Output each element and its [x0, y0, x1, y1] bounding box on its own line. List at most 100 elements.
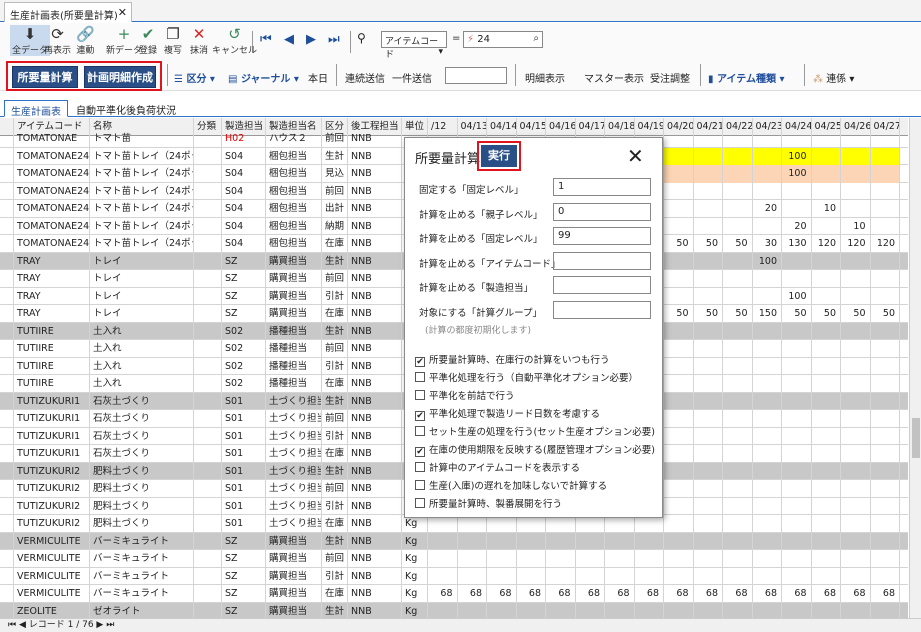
- date-cell[interactable]: [664, 287, 694, 305]
- table-row[interactable]: VERMICULITE バーミキュライト SZ 購買担当 前回 NNB Kg: [0, 550, 908, 568]
- date-cell[interactable]: [546, 602, 576, 618]
- date-cell[interactable]: [841, 357, 871, 375]
- cell-next[interactable]: NNB: [348, 200, 402, 218]
- cell-code[interactable]: TUTIIRE: [14, 322, 90, 340]
- cell-cat[interactable]: [194, 480, 222, 498]
- cell-tan[interactable]: S04: [222, 200, 266, 218]
- cell-next[interactable]: NNB: [348, 410, 402, 428]
- date-cell[interactable]: [517, 602, 546, 618]
- date-cell[interactable]: [753, 340, 782, 358]
- date-cell[interactable]: [752, 147, 782, 165]
- cell-tanname[interactable]: 播種担当: [266, 357, 322, 375]
- date-cell[interactable]: [782, 357, 812, 375]
- cell-tan[interactable]: S02: [222, 375, 266, 393]
- date-cell[interactable]: [458, 550, 487, 568]
- cell-kubun[interactable]: 在庫: [322, 515, 348, 533]
- cell-next[interactable]: NNB: [348, 165, 402, 183]
- date-cell[interactable]: [487, 532, 517, 550]
- date-cell[interactable]: [753, 567, 782, 585]
- cell-next[interactable]: NNB: [348, 567, 402, 585]
- cell-unit[interactable]: Kg: [402, 567, 428, 585]
- date-cell[interactable]: [841, 462, 871, 480]
- date-cell[interactable]: [635, 532, 664, 550]
- date-cell[interactable]: [841, 410, 871, 428]
- last-record-icon[interactable]: ⏭: [328, 32, 340, 47]
- cell-code[interactable]: TUTIZUKURI1: [14, 410, 90, 428]
- date-cell[interactable]: [694, 270, 723, 288]
- date-cell[interactable]: [753, 357, 782, 375]
- send-input[interactable]: [445, 67, 507, 84]
- row-selector[interactable]: [0, 480, 14, 498]
- dialog-field-input[interactable]: 99: [553, 227, 651, 245]
- cell-tan[interactable]: SZ: [222, 567, 266, 585]
- date-cell[interactable]: [723, 270, 753, 288]
- date-cell[interactable]: [664, 392, 694, 410]
- date-cell[interactable]: [782, 462, 812, 480]
- scroll-thumb[interactable]: [912, 418, 920, 458]
- date-cell[interactable]: [723, 340, 753, 358]
- date-cell[interactable]: 68: [841, 585, 871, 603]
- tab-seisan-keikaku[interactable]: 生産計画表: [4, 100, 68, 118]
- cell-next[interactable]: NNB: [348, 585, 402, 603]
- date-cell[interactable]: [841, 252, 871, 270]
- date-cell[interactable]: [841, 375, 871, 393]
- row-selector[interactable]: [0, 130, 14, 148]
- cell-kubun[interactable]: 前回: [322, 340, 348, 358]
- date-cell[interactable]: [812, 410, 841, 428]
- cell-name[interactable]: 石灰土づくり: [90, 427, 194, 445]
- cell-kubun[interactable]: 生計: [322, 147, 348, 165]
- date-cell[interactable]: 100: [782, 147, 812, 165]
- cell-tanname[interactable]: 梱包担当: [266, 147, 322, 165]
- date-cell[interactable]: [723, 480, 753, 498]
- checkbox-empty-icon[interactable]: [415, 372, 425, 382]
- date-cell[interactable]: [753, 322, 782, 340]
- cell-next[interactable]: NNB: [348, 252, 402, 270]
- date-cell[interactable]: [694, 532, 723, 550]
- date-cell[interactable]: [664, 147, 694, 165]
- cell-tanname[interactable]: 梱包担当: [266, 217, 322, 235]
- row-selector[interactable]: [0, 427, 14, 445]
- cell-name[interactable]: トマト苗トレイ（24ポット）: [90, 200, 194, 218]
- date-cell[interactable]: [576, 532, 605, 550]
- item-type-menu[interactable]: ▮ アイテム種類 ▾: [708, 70, 785, 85]
- date-cell[interactable]: [812, 340, 841, 358]
- table-row[interactable]: ZEOLITE ゼオライト SZ 購買担当 生計 NNB Kg: [0, 602, 908, 618]
- date-cell[interactable]: [871, 252, 900, 270]
- date-cell[interactable]: [694, 515, 723, 533]
- cell-next[interactable]: NNB: [348, 305, 402, 323]
- date-cell[interactable]: [812, 550, 841, 568]
- date-cell[interactable]: [693, 147, 723, 165]
- cell-kubun[interactable]: 在庫: [322, 305, 348, 323]
- date-cell[interactable]: [723, 322, 753, 340]
- date-cell[interactable]: 68: [753, 585, 782, 603]
- checkbox-empty-icon[interactable]: [415, 498, 425, 508]
- cell-kubun[interactable]: 見込: [322, 165, 348, 183]
- date-cell[interactable]: [782, 445, 812, 463]
- date-cell[interactable]: [812, 515, 841, 533]
- date-cell[interactable]: [694, 567, 723, 585]
- cell-tan[interactable]: S02: [222, 340, 266, 358]
- date-cell[interactable]: [723, 375, 753, 393]
- date-cell[interactable]: [605, 567, 635, 585]
- date-cell[interactable]: [664, 532, 694, 550]
- date-cell[interactable]: [841, 427, 871, 445]
- date-cell[interactable]: [694, 480, 723, 498]
- date-cell[interactable]: 50: [664, 235, 694, 253]
- cell-name[interactable]: 石灰土づくり: [90, 392, 194, 410]
- date-cell[interactable]: [812, 217, 841, 235]
- cell-code[interactable]: TUTIIRE: [14, 375, 90, 393]
- dialog-checkbox[interactable]: ✔ 所要量計算時、在庫行の計算をいつも行う: [415, 352, 610, 367]
- cell-unit[interactable]: Kg: [402, 550, 428, 568]
- cell-tan[interactable]: S01: [222, 497, 266, 515]
- date-cell[interactable]: 30: [753, 235, 782, 253]
- date-cell[interactable]: [664, 462, 694, 480]
- row-selector[interactable]: [0, 585, 14, 603]
- date-cell[interactable]: [694, 287, 723, 305]
- cell-code[interactable]: TOMATONAE24: [14, 235, 90, 253]
- cell-kubun[interactable]: 前回: [322, 182, 348, 200]
- cell-cat[interactable]: [194, 235, 222, 253]
- binoculars-icon[interactable]: ⚲: [357, 31, 366, 45]
- date-cell[interactable]: [428, 602, 458, 618]
- row-selector[interactable]: [0, 410, 14, 428]
- row-selector[interactable]: [0, 217, 14, 235]
